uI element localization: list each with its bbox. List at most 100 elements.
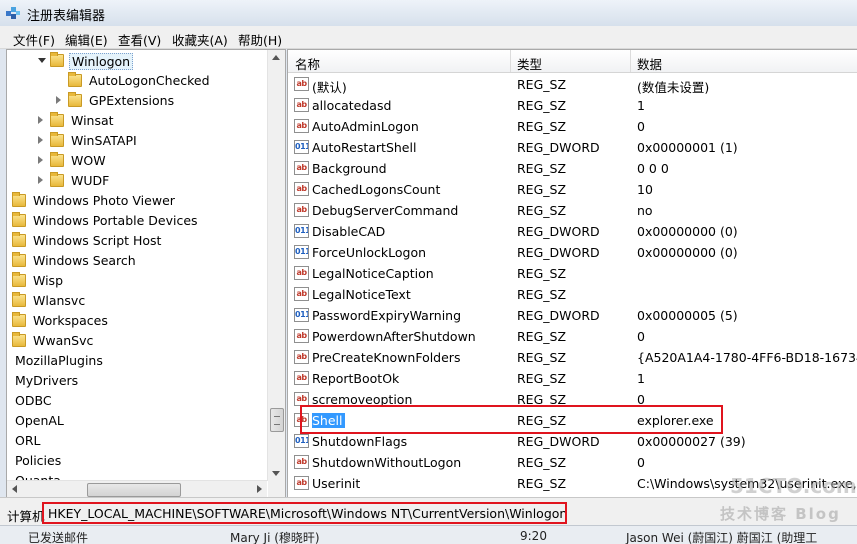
scroll-left-icon[interactable] xyxy=(12,485,17,493)
value-type: REG_SZ xyxy=(517,287,567,302)
value-name-text: CachedLogonsCount xyxy=(312,182,441,197)
value-row[interactable]: 011 AutoRestartShell REG_DWORD 0x00000001 (… xyxy=(288,137,857,158)
folder-icon xyxy=(50,132,64,147)
tree-item[interactable]: Wlansvc xyxy=(7,291,267,311)
bg-sender: Mary Ji (穆晓旰) xyxy=(230,531,320,544)
value-row[interactable]: ab AutoAdminLogon REG_SZ 0 xyxy=(288,116,857,137)
tree-item[interactable]: Policies xyxy=(7,451,267,471)
value-name: CachedLogonsCount xyxy=(312,182,512,197)
value-type: REG_DWORD xyxy=(517,434,600,449)
string-value-icon: ab xyxy=(294,77,309,91)
status-computer-label: 计算机 xyxy=(7,509,45,524)
value-type: REG_SZ xyxy=(517,77,567,92)
menu-edit[interactable]: 编辑(E) xyxy=(65,30,108,49)
tree-item[interactable]: ODBC xyxy=(7,391,267,411)
collapse-arrow-icon[interactable] xyxy=(38,58,46,63)
tree-item-label: Windows Search xyxy=(33,253,136,268)
tree-item[interactable]: Winlogon xyxy=(7,51,267,71)
tree-item[interactable]: Windows Photo Viewer xyxy=(7,191,267,211)
value-row[interactable]: ab DebugServerCommand REG_SZ no xyxy=(288,200,857,221)
value-name: Userinit xyxy=(312,476,512,491)
tree-item[interactable]: Workspaces xyxy=(7,311,267,331)
tree-item[interactable]: Winsat xyxy=(7,111,267,131)
binary-value-icon: 011 xyxy=(294,140,309,154)
tree-item-label: ORL xyxy=(15,433,41,448)
expand-arrow-icon[interactable] xyxy=(56,96,61,104)
value-name: ShutdownWithoutLogon xyxy=(312,455,512,470)
menu-help[interactable]: 帮助(H) xyxy=(238,30,282,49)
list-header: 名称 类型 数据 xyxy=(288,50,857,73)
value-name: LegalNoticeText xyxy=(312,287,512,302)
tree-item[interactable]: WOW xyxy=(7,151,267,171)
menu-bar: 文件(F) 编辑(E) 查看(V) 收藏夹(A) 帮助(H) xyxy=(0,26,857,49)
value-row[interactable]: ab allocatedasd REG_SZ 1 xyxy=(288,95,857,116)
value-row[interactable]: 011 ShutdownFlags REG_DWORD 0x00000027 (39) xyxy=(288,431,857,452)
value-row[interactable]: ab ReportBootOk REG_SZ 1 xyxy=(288,368,857,389)
expand-arrow-icon[interactable] xyxy=(38,156,43,164)
scroll-down-icon[interactable] xyxy=(272,471,280,476)
scroll-up-icon[interactable] xyxy=(272,55,280,60)
value-row[interactable]: ab (默认) REG_SZ (数值未设置) xyxy=(288,74,857,95)
menu-view[interactable]: 查看(V) xyxy=(118,30,161,49)
scroll-thumb[interactable] xyxy=(270,408,284,432)
value-row[interactable]: 011 ForceUnlockLogon REG_DWORD 0x00000000 (… xyxy=(288,242,857,263)
value-data: {A520A1A4-1780-4FF6-BD18-167343C5 xyxy=(637,350,857,365)
value-name-text: LegalNoticeText xyxy=(312,287,411,302)
value-name-text: allocatedasd xyxy=(312,98,392,113)
tree-item[interactable]: Wisp xyxy=(7,271,267,291)
value-data: 0x00000027 (39) xyxy=(637,434,746,449)
value-name: Background xyxy=(312,161,512,176)
value-row[interactable]: ab PowerdownAfterShutdown REG_SZ 0 xyxy=(288,326,857,347)
value-row[interactable]: 011 PasswordExpiryWarning REG_DWORD 0x00000… xyxy=(288,305,857,326)
binary-value-icon: 011 xyxy=(294,434,309,448)
tree-item[interactable]: WinSATAPI xyxy=(7,131,267,151)
tree-item-label: AutoLogonChecked xyxy=(89,73,210,88)
tree-item[interactable]: Windows Search xyxy=(7,251,267,271)
menu-favorites[interactable]: 收藏夹(A) xyxy=(172,30,228,49)
binary-value-icon: 011 xyxy=(294,245,309,259)
tree-item[interactable]: WUDF xyxy=(7,171,267,191)
tree-item[interactable]: MyDrivers xyxy=(7,371,267,391)
tree-item-label: Windows Script Host xyxy=(33,233,162,248)
tree-item[interactable]: ORL xyxy=(7,431,267,451)
tree-item[interactable]: OpenAL xyxy=(7,411,267,431)
tree-horizontal-scrollbar[interactable] xyxy=(7,480,267,498)
folder-icon xyxy=(50,152,64,167)
value-row[interactable]: 011 DisableCAD REG_DWORD 0x00000000 (0) xyxy=(288,221,857,242)
tree-item[interactable]: WwanSvc xyxy=(7,331,267,351)
tree-item-label: MyDrivers xyxy=(15,373,79,388)
value-name-text: ForceUnlockLogon xyxy=(312,245,427,260)
expand-arrow-icon[interactable] xyxy=(38,116,43,124)
string-value-icon: ab xyxy=(294,476,309,490)
column-separator[interactable] xyxy=(510,50,511,72)
string-value-icon: ab xyxy=(294,266,309,280)
menu-file[interactable]: 文件(F) xyxy=(13,30,55,49)
tree-vertical-scrollbar[interactable] xyxy=(267,50,285,481)
tree-item[interactable]: Windows Script Host xyxy=(7,231,267,251)
tree-item[interactable]: GPExtensions xyxy=(7,91,267,111)
expand-arrow-icon[interactable] xyxy=(38,136,43,144)
column-separator[interactable] xyxy=(630,50,631,72)
regedit-app-icon xyxy=(6,7,20,19)
tree-item[interactable]: MozillaPlugins xyxy=(7,351,267,371)
value-row[interactable]: ab LegalNoticeCaption REG_SZ xyxy=(288,263,857,284)
scroll-right-icon[interactable] xyxy=(257,485,262,493)
registry-tree[interactable]: Winlogon AutoLogonChecked GPExtensions Wins… xyxy=(6,49,286,499)
string-value-icon: ab xyxy=(294,371,309,385)
value-row[interactable]: ab CachedLogonsCount REG_SZ 10 xyxy=(288,179,857,200)
hscroll-thumb[interactable] xyxy=(87,483,181,497)
value-row[interactable]: ab PreCreateKnownFolders REG_SZ {A520A1A4-1… xyxy=(288,347,857,368)
expand-arrow-icon[interactable] xyxy=(38,176,43,184)
value-row[interactable]: ab ShutdownWithoutLogon REG_SZ 0 xyxy=(288,452,857,473)
values-list[interactable]: 名称 类型 数据 ab (默认) REG_SZ (数值未设置) ab allocateda… xyxy=(287,49,857,498)
value-row[interactable]: ab LegalNoticeText REG_SZ xyxy=(288,284,857,305)
value-data: 0x00000005 (5) xyxy=(637,308,738,323)
tree-item[interactable]: Windows Portable Devices xyxy=(7,211,267,231)
value-row[interactable]: ab Background REG_SZ 0 0 0 xyxy=(288,158,857,179)
column-header-data[interactable]: 数据 xyxy=(637,54,662,73)
column-header-type[interactable]: 类型 xyxy=(517,54,542,73)
column-header-name[interactable]: 名称 xyxy=(295,54,320,73)
folder-icon xyxy=(50,112,64,127)
value-name-text: ShutdownWithoutLogon xyxy=(312,455,462,470)
tree-item[interactable]: AutoLogonChecked xyxy=(7,71,267,91)
